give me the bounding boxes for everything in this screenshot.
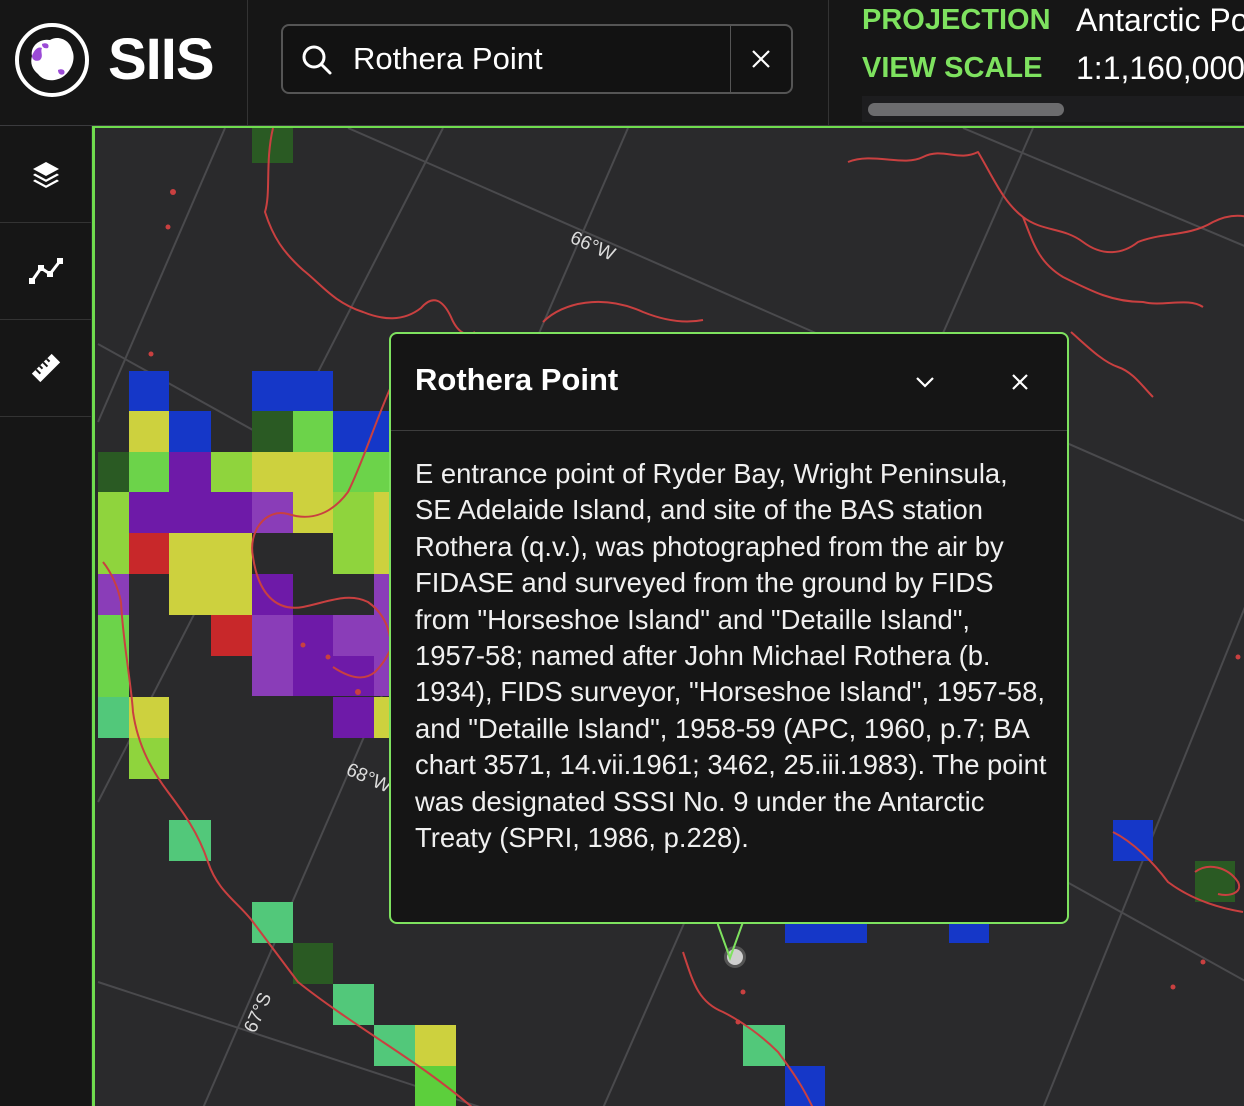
layers-icon — [32, 162, 59, 188]
search-clear-button[interactable] — [730, 26, 791, 92]
app-name: SIIS — [108, 27, 215, 92]
ruler-icon — [31, 353, 60, 383]
search-box[interactable] — [281, 24, 793, 94]
search-area — [248, 0, 829, 125]
route-button[interactable] — [0, 223, 91, 320]
app-header: SIIS PROJECTION Antarctic Polar Stereogr… — [0, 0, 1244, 126]
route-icon — [28, 258, 63, 284]
close-icon — [752, 50, 770, 68]
projection-value: Antarctic Polar Stereographic — [1076, 2, 1244, 38]
popup-close-button[interactable] — [1000, 362, 1040, 402]
popup-pointer — [717, 922, 744, 961]
chevron-down-icon — [916, 377, 934, 388]
place-popup: Rothera Point E entrance point of Ryder … — [389, 332, 1069, 924]
map-info-panel: PROJECTION Antarctic Polar Stereographic… — [862, 0, 1244, 125]
measure-button[interactable] — [0, 320, 91, 417]
longitude-label-66w: 66°W — [567, 227, 618, 265]
close-icon — [1012, 374, 1028, 390]
brand[interactable]: SIIS — [0, 0, 248, 125]
horizontal-scrollbar[interactable] — [862, 96, 1244, 122]
map-toolbar — [0, 126, 91, 1106]
search-input[interactable] — [353, 26, 728, 92]
layers-button[interactable] — [0, 126, 91, 223]
latitude-label-67s: 67°S — [240, 990, 276, 1036]
popup-title: Rothera Point — [415, 362, 619, 397]
view-scale-value: 1:1,160,000 — [1076, 50, 1244, 86]
view-scale-label: VIEW SCALE — [862, 52, 1043, 84]
popup-header: Rothera Point — [391, 334, 1067, 431]
popup-collapse-button[interactable] — [905, 362, 945, 402]
scrollbar-thumb[interactable] — [868, 103, 1064, 116]
popup-description: E entrance point of Ryder Bay, Wright Pe… — [415, 458, 1047, 854]
projection-label: PROJECTION — [862, 4, 1051, 36]
search-icon — [302, 45, 332, 75]
antarctica-logo-icon — [15, 23, 89, 97]
longitude-label-68w: 68°W — [343, 759, 394, 797]
